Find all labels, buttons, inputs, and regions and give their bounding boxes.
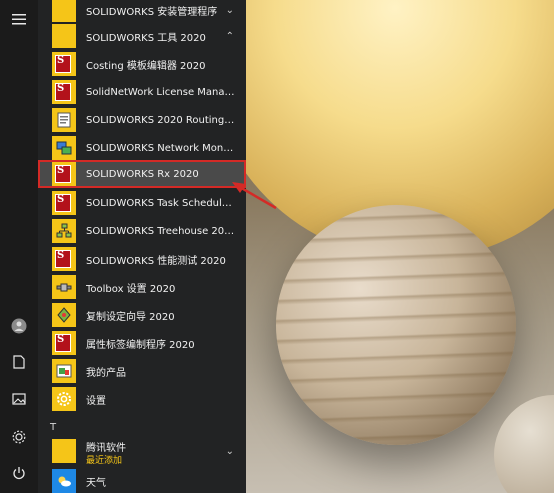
annotation-arrow	[232, 182, 277, 210]
